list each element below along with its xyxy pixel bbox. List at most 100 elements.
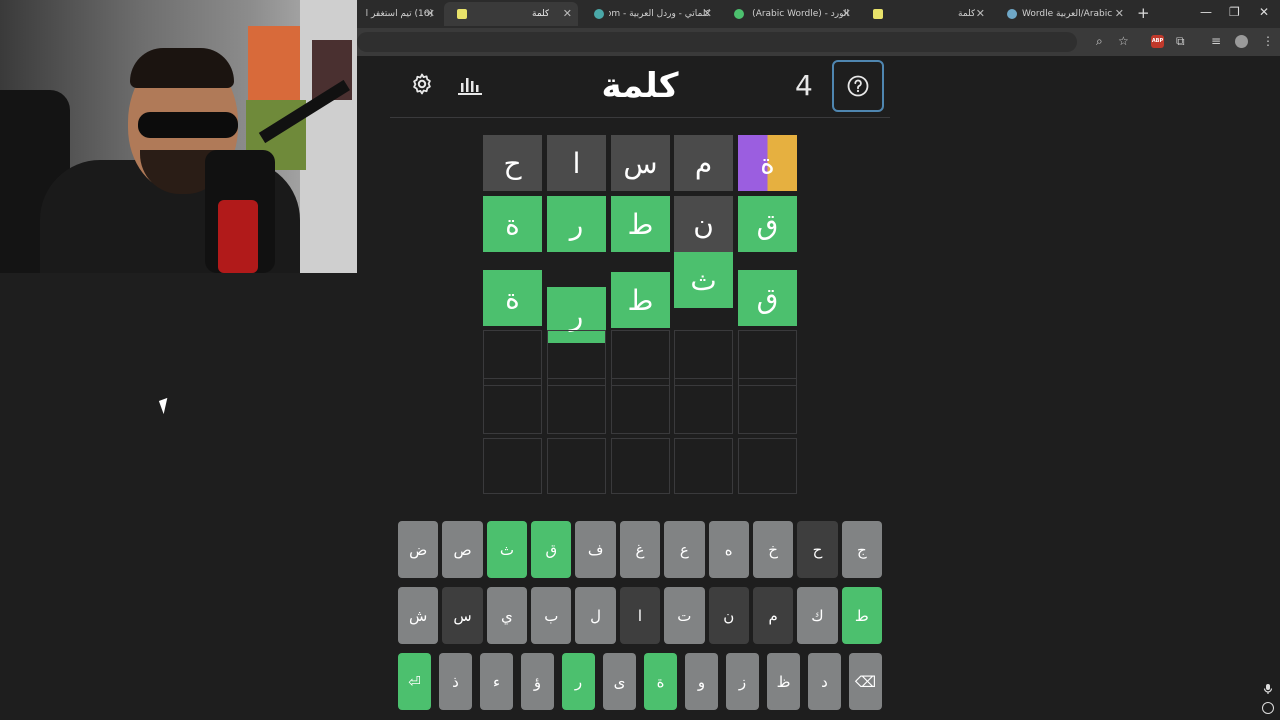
stats-icon[interactable] (457, 74, 483, 96)
globe-icon (1007, 9, 1017, 19)
record-icon[interactable] (1262, 702, 1274, 714)
keyboard-key[interactable]: ؤ (521, 653, 554, 710)
keyboard-key[interactable]: ف (575, 521, 616, 578)
keyboard-key[interactable]: ى (603, 653, 636, 710)
webcam-person-glasses (138, 112, 238, 138)
keyboard-key[interactable]: ب (531, 587, 572, 644)
keyboard-key[interactable]: د (808, 653, 841, 710)
extensions-icon[interactable]: ⧉ (1176, 34, 1185, 49)
keyboard-key[interactable]: ث (486, 521, 528, 578)
board-tile (547, 378, 606, 434)
keyboard-key[interactable]: ء (480, 653, 513, 710)
game-board: ةمساحقنطرةقثطرة (482, 135, 798, 495)
board-tile: ط (611, 196, 670, 252)
webcam-person-hair (130, 48, 234, 88)
on-screen-keyboard: ج ح خ ه ع غ ف ق ث ص ض ط ك م ن ت ا ل ب ي س ش ⌫ د ظ ز و ة ى ر ؤ ء ذ ⏎ (398, 521, 882, 711)
menu-icon[interactable]: ⋮ (1262, 34, 1274, 48)
game-title: كلمة (601, 66, 679, 106)
keyboard-key[interactable]: ك (797, 587, 838, 644)
browser-tab-1[interactable]: (16) تيم استغفر الله ✕ (357, 2, 441, 26)
help-button[interactable] (832, 60, 884, 112)
keyboard-key[interactable]: ط (841, 587, 882, 644)
minimize-icon[interactable]: — (1200, 5, 1212, 19)
board-tile (738, 438, 797, 494)
keyboard-key[interactable]: ة (644, 653, 677, 710)
board-tile: ث (674, 252, 733, 308)
keyboard-key[interactable]: ذ (439, 653, 472, 710)
keyboard-key[interactable]: ق (531, 521, 572, 578)
address-bar[interactable] (357, 32, 1077, 52)
webcam-mic-mount (218, 200, 258, 273)
favicon-icon (873, 9, 883, 19)
keyboard-key[interactable]: ل (575, 587, 616, 644)
keyboard-key[interactable]: خ (752, 521, 794, 578)
board-tile (483, 438, 542, 494)
tab-title: كلمة (532, 9, 550, 19)
favicon-icon (594, 9, 604, 19)
keyboard-key[interactable]: ز (726, 653, 759, 710)
close-icon[interactable]: ✕ (563, 7, 572, 20)
webcam-overlay (0, 0, 357, 273)
tab-title: Wordle العربية/Arabic (1022, 9, 1113, 19)
keyboard-key[interactable]: ض (398, 521, 439, 578)
adblock-icon[interactable]: ABP (1151, 35, 1164, 48)
tab-title: (16) تيم استغفر الله (365, 9, 433, 19)
browser-tab-5[interactable]: كلمة ✕ (860, 2, 991, 26)
browser-tab-4[interactable]: الورد - (Arabic Wordle) rd ✕ (721, 2, 857, 26)
board-tile: س (611, 135, 670, 191)
board-tile (611, 438, 670, 494)
browser-tab-3[interactable]: كلماتي - وردل العربية - om ✕ (581, 2, 718, 26)
board-tile: ح (483, 135, 542, 191)
keyboard-key[interactable]: ن (708, 587, 749, 644)
keyboard-key[interactable]: و (685, 653, 718, 710)
microphone-icon[interactable] (1262, 683, 1274, 695)
close-icon[interactable]: ✕ (703, 7, 712, 20)
keyboard-key[interactable]: ي (486, 587, 528, 644)
keyboard-key[interactable]: ر (562, 653, 595, 710)
board-tile (547, 438, 606, 494)
board-tile: ا (547, 135, 606, 191)
board-tile: ق (738, 196, 797, 252)
new-tab-button[interactable]: + (1137, 4, 1150, 22)
board-tile (674, 438, 733, 494)
browser-tab-6[interactable]: Wordle العربية/Arabic ✕ (994, 2, 1130, 26)
board-tile: ة (483, 196, 542, 252)
keyboard-key[interactable]: م (752, 587, 794, 644)
keyboard-key[interactable]: ش (398, 587, 439, 644)
gear-icon[interactable] (410, 72, 434, 96)
close-icon[interactable]: ✕ (842, 7, 851, 20)
keyboard-key[interactable]: ج (841, 521, 882, 578)
keyboard-key[interactable]: ح (797, 521, 838, 578)
browser-tab-2[interactable]: كلمة ✕ (444, 2, 578, 26)
keyboard-key[interactable]: ا (619, 587, 661, 644)
board-tile (674, 378, 733, 434)
keyboard-key[interactable]: ت (664, 587, 705, 644)
board-tile: ط (611, 272, 670, 328)
restore-icon[interactable]: ❐ (1229, 5, 1240, 19)
window-close-icon[interactable]: ✕ (1259, 5, 1269, 19)
board-tile: ق (738, 270, 797, 326)
board-tile: ر (547, 196, 606, 252)
mouse-cursor (158, 397, 173, 415)
keyboard-key[interactable]: س (442, 587, 483, 644)
board-tile (611, 378, 670, 434)
keyboard-key[interactable]: غ (619, 521, 661, 578)
tab-title: الورد - (Arabic Wordle) rd (749, 9, 849, 19)
zoom-icon[interactable]: ⌕ (1096, 34, 1103, 49)
close-icon[interactable]: ✕ (426, 7, 435, 20)
keyboard-key[interactable]: ص (442, 521, 483, 578)
keyboard-key[interactable]: ظ (767, 653, 800, 710)
keyboard-key[interactable]: ع (664, 521, 705, 578)
media-icon[interactable]: ≡ (1211, 34, 1221, 48)
star-icon[interactable]: ☆ (1118, 34, 1129, 48)
tab-title: كلمة (958, 9, 976, 19)
profile-avatar[interactable] (1235, 35, 1248, 48)
backspace-key[interactable]: ⌫ (849, 653, 882, 710)
keyboard-key[interactable]: ه (708, 521, 749, 578)
board-tile: ة (483, 270, 542, 326)
board-tile (483, 378, 542, 434)
close-icon[interactable]: ✕ (976, 7, 985, 20)
favicon-icon (457, 9, 467, 19)
close-icon[interactable]: ✕ (1115, 7, 1124, 20)
enter-key[interactable]: ⏎ (398, 653, 431, 710)
